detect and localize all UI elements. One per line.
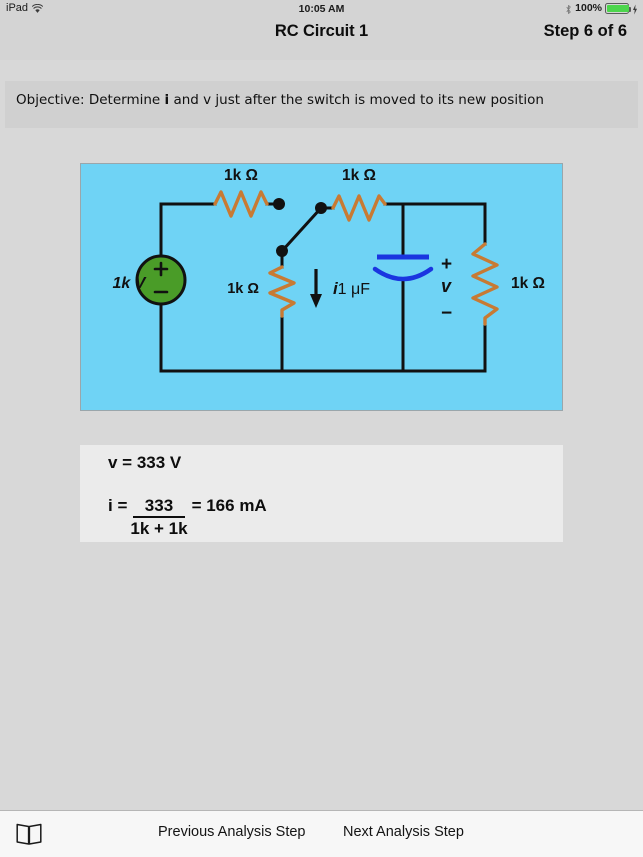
current-arrow-icon (310, 269, 322, 308)
objective-text: Objective: Determine i and v just after … (16, 92, 544, 108)
status-bar-clock: 10:05 AM (298, 3, 345, 15)
switch-pivot-dot (276, 245, 288, 257)
capacitor-symbol (372, 254, 434, 282)
answer-panel: v = 333 V i = 333 1k + 1k = 166 mA (80, 445, 563, 542)
answer-current-fraction: 333 1k + 1k (130, 497, 187, 538)
lightning-bolt-icon (632, 3, 638, 15)
circuit-diagram-panel: 1k Ω 1k Ω 1k V 1k Ω i 1 μF + v − 1k Ω (80, 163, 563, 411)
circuit-wires (159, 202, 487, 373)
resistor-right-symbol (471, 242, 499, 326)
capacitor-label: 1 μF (338, 281, 371, 298)
battery-icon (605, 2, 631, 14)
resistor-right-label: 1k Ω (511, 275, 545, 292)
objective-remainder: and v just after the switch is moved to … (169, 92, 544, 108)
battery-percent-label: 100% (575, 2, 602, 14)
resistor-middle-label: 1k Ω (227, 281, 259, 297)
voltage-source-label: 1k V (113, 275, 147, 292)
answer-current-result: = 166 mA (191, 496, 267, 515)
switch-closed-terminal-dot (315, 202, 327, 214)
previous-analysis-step-button[interactable]: Previous Analysis Step (158, 824, 306, 840)
objective-bar: Objective: Determine i and v just after … (5, 81, 638, 128)
next-analysis-step-button[interactable]: Next Analysis Step (343, 824, 464, 840)
answer-fraction-denominator: 1k + 1k (130, 518, 188, 538)
voltage-label: v (441, 276, 452, 296)
status-bar: iPad 10:05 AM 100% (0, 0, 643, 18)
book-icon[interactable] (16, 823, 42, 845)
resistor-top-left-symbol (213, 190, 269, 218)
voltage-minus-label: − (441, 303, 452, 324)
status-bar-right: 100% (565, 2, 638, 15)
voltage-plus-label: + (441, 254, 452, 275)
bottom-toolbar: Previous Analysis Step Next Analysis Ste… (0, 810, 643, 857)
resistor-top-right-label: 1k Ω (342, 167, 376, 184)
resistor-middle-symbol (268, 265, 296, 318)
switch-open-terminal-dot (273, 198, 285, 210)
resistor-top-left-label: 1k Ω (224, 167, 258, 184)
bluetooth-icon (565, 4, 572, 15)
answer-current-lead: i = (108, 496, 128, 515)
answer-fraction-numerator: 333 (132, 497, 186, 518)
answer-current-line: i = 333 1k + 1k = 166 mA (108, 496, 267, 538)
navigation-bar: RC Circuit 1 Step 6 of 6 (0, 18, 643, 60)
resistor-top-right-symbol (331, 194, 387, 222)
circuit-schematic: 1k Ω 1k Ω 1k V 1k Ω i 1 μF + v − 1k Ω (113, 167, 545, 373)
answer-voltage-line: v = 333 V (108, 453, 182, 472)
objective-prefix: Objective: Determine (16, 92, 165, 108)
resistor-symbols (213, 190, 499, 326)
step-indicator: Step 6 of 6 (543, 22, 627, 40)
